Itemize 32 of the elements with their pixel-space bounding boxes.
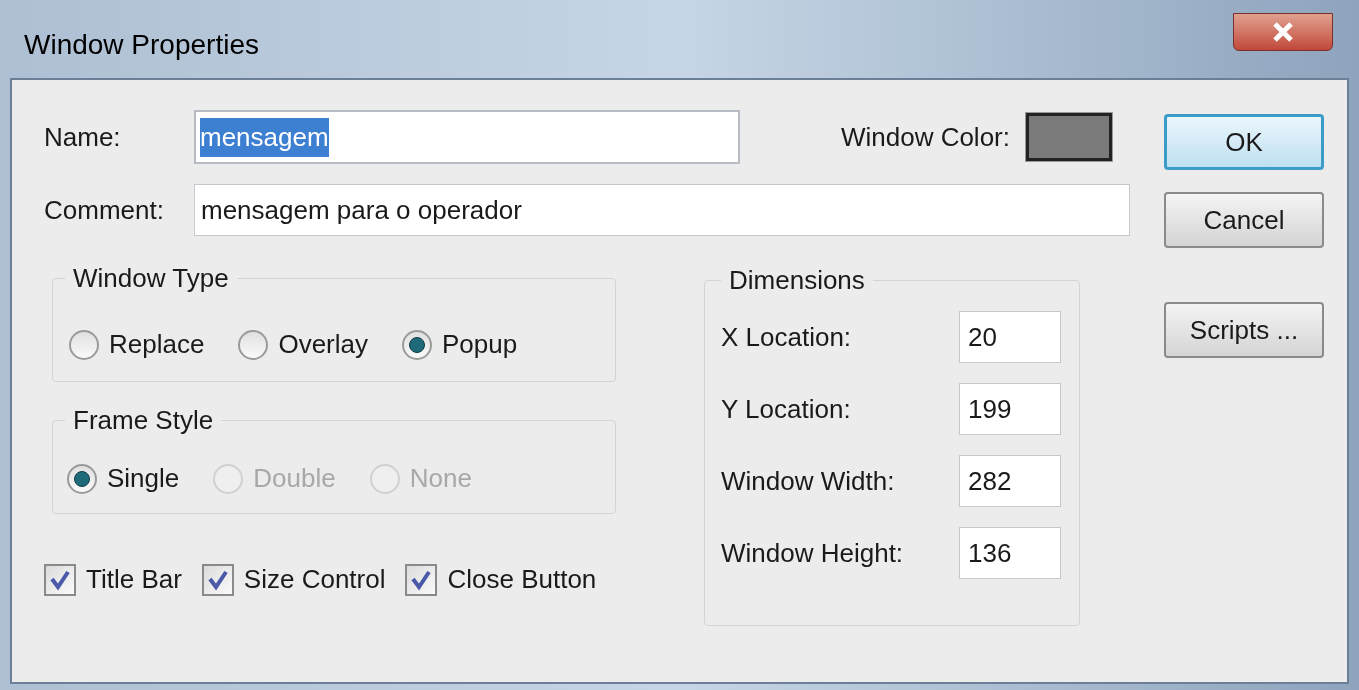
color-swatch[interactable] — [1026, 113, 1112, 161]
number-field[interactable]: 282 — [959, 455, 1061, 507]
radio-option[interactable]: Popup — [402, 325, 518, 364]
dialog-button[interactable]: Scripts ... — [1164, 302, 1324, 358]
radio-option[interactable]: Single — [67, 459, 180, 498]
field-label: X Location: — [721, 320, 853, 354]
checkbox-option[interactable]: Close Button — [405, 560, 597, 599]
checkmark-icon — [49, 568, 71, 591]
checkmark-icon — [206, 568, 229, 591]
field-label: Y Location: — [721, 392, 852, 426]
dialog-button[interactable]: OK — [1164, 114, 1324, 170]
field-value: mensagem para o operador — [201, 193, 522, 227]
checkbox-option[interactable]: Size Control — [201, 560, 386, 599]
name-field[interactable]: mensagem — [194, 110, 740, 164]
radio-option[interactable]: Replace — [69, 325, 205, 364]
number-field[interactable]: 136 — [959, 527, 1061, 579]
close-button[interactable] — [1233, 13, 1333, 51]
radio-option[interactable]: Overlay — [238, 325, 368, 364]
field-label: Window Height: — [721, 536, 905, 570]
dialog-button[interactable]: Cancel — [1164, 192, 1324, 248]
number-field[interactable]: 20 — [959, 311, 1061, 363]
field-label: Name: — [44, 120, 122, 154]
comment-field[interactable]: mensagem para o operador — [194, 184, 1130, 236]
checkmark-icon — [410, 568, 433, 591]
field-label: Window Width: — [721, 464, 896, 498]
field-label: Window Color: — [840, 120, 1010, 154]
checkbox-option[interactable]: Title Bar — [44, 560, 182, 599]
field-label: Comment: — [44, 193, 165, 227]
window-title: Window Properties — [24, 28, 259, 62]
field-value: mensagem — [200, 117, 329, 157]
close-icon — [1272, 22, 1294, 42]
number-field[interactable]: 199 — [959, 383, 1061, 435]
